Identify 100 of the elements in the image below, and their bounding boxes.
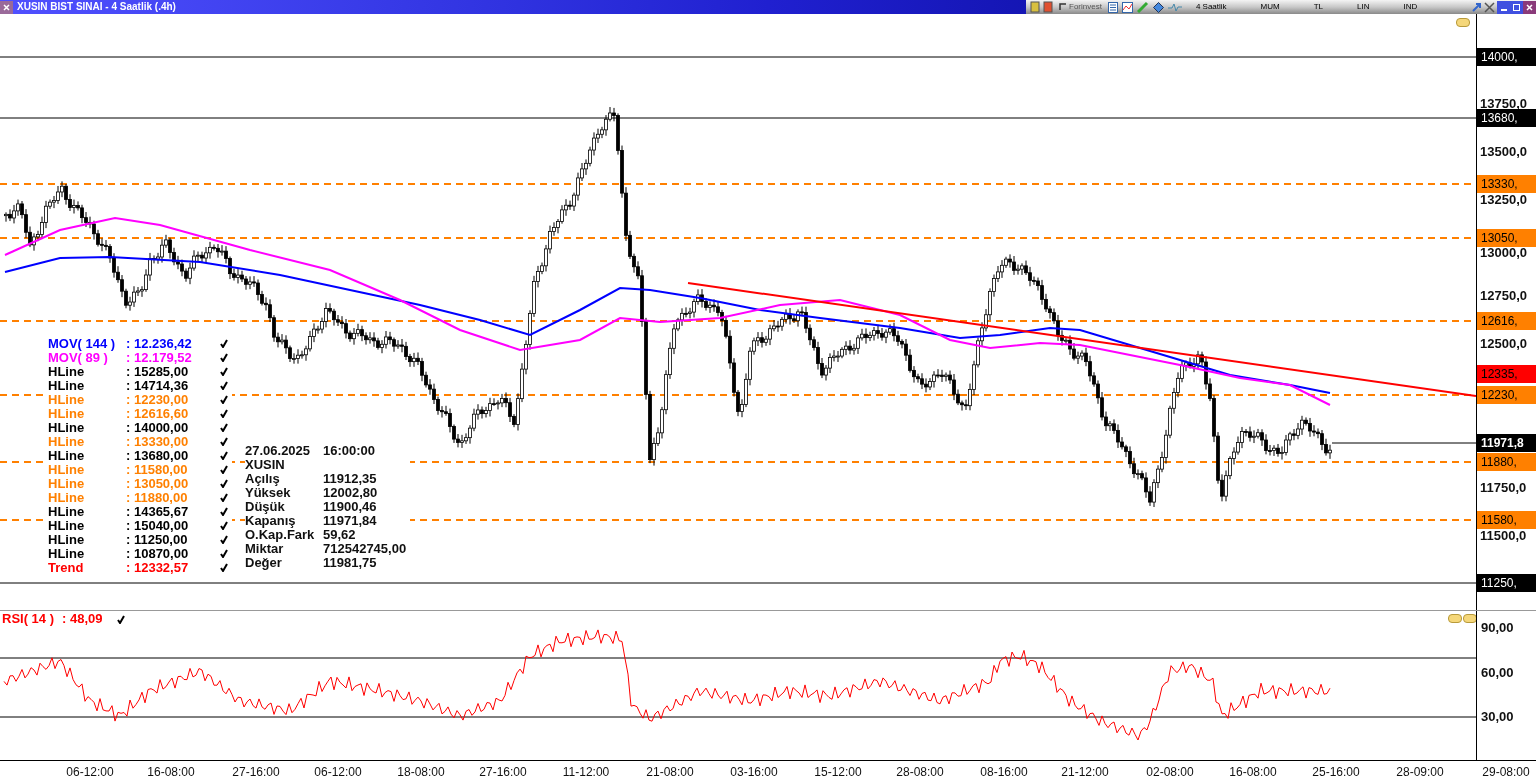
info-value: 11971,84 bbox=[323, 513, 377, 527]
time-tick-label: 06-12:00 bbox=[66, 766, 114, 778]
price-tick-label: 13000,0 bbox=[1480, 246, 1527, 259]
legend-value: : 13680,00 bbox=[126, 448, 190, 462]
info-value: 12002,80 bbox=[323, 485, 378, 499]
price-tag: 11580, bbox=[1477, 511, 1536, 529]
time-tick-label: 16-08:00 bbox=[1229, 766, 1277, 778]
legend-label: HLine bbox=[48, 462, 86, 476]
price-tag: 12616, bbox=[1477, 312, 1536, 330]
window-title: XUSIN BIST SINAI - 4 Saatlik (.4h) bbox=[17, 2, 176, 12]
info-label: Miktar bbox=[245, 541, 284, 555]
price-tag: 11250, bbox=[1477, 574, 1536, 592]
price-tick-label: 12500,0 bbox=[1480, 337, 1527, 350]
rsi-value: : 48,09 bbox=[62, 611, 103, 627]
rsi-tick-label: 30,00 bbox=[1481, 710, 1514, 723]
info-symbol: XUSIN bbox=[245, 457, 285, 471]
info-label: Açılış bbox=[245, 471, 281, 485]
restore-button[interactable] bbox=[1510, 0, 1523, 14]
time-tick-label: 08-16:00 bbox=[980, 766, 1028, 778]
toolbar-menu-button[interactable]: MUM bbox=[1260, 3, 1280, 11]
legend-label: HLine bbox=[48, 518, 86, 532]
legend-label: HLine bbox=[48, 406, 86, 420]
rsi-tick-label: 60,00 bbox=[1481, 666, 1514, 679]
price-tag: 13050, bbox=[1477, 229, 1536, 247]
legend-value: : 12230,00 bbox=[126, 392, 190, 406]
info-time: 16:00:00 bbox=[323, 443, 376, 457]
price-tick-label: 13250,0 bbox=[1480, 193, 1527, 206]
legend-label: HLine bbox=[48, 364, 86, 378]
price-tag: 13330, bbox=[1477, 175, 1536, 193]
price-tick-label: 12750,0 bbox=[1480, 289, 1527, 302]
legend-label: HLine bbox=[48, 448, 86, 462]
legend-value: : 14365,67 bbox=[126, 504, 190, 518]
time-tick-label: 21-08:00 bbox=[646, 766, 694, 778]
price-tag: 11880, bbox=[1477, 453, 1536, 471]
legend-value: : 11580,00 bbox=[126, 462, 189, 476]
rsi-tick-label: 90,00 bbox=[1481, 621, 1514, 634]
time-tick-label: 25-16:00 bbox=[1312, 766, 1360, 778]
close-icon[interactable] bbox=[0, 0, 13, 14]
legend-value: : 12332,57 bbox=[126, 560, 190, 574]
time-tick-label: 28-09:00 bbox=[1396, 766, 1444, 778]
time-tick-label: 27-16:00 bbox=[232, 766, 280, 778]
time-tick-label: 11-12:00 bbox=[562, 766, 610, 778]
legend-label: HLine bbox=[48, 532, 86, 546]
toolbar-menu-button[interactable]: LIN bbox=[1357, 3, 1370, 11]
price-tick-label: 13750,0 bbox=[1480, 97, 1527, 110]
time-tick-label: 02-08:00 bbox=[1146, 766, 1194, 778]
brand-label: Forinvest bbox=[1069, 3, 1102, 11]
time-tick-label: 03-16:00 bbox=[730, 766, 778, 778]
legend-label: HLine bbox=[48, 420, 86, 434]
legend-value: : 13330,00 bbox=[126, 434, 190, 448]
info-label: Kapanış bbox=[245, 513, 297, 527]
list-icon[interactable] bbox=[1107, 1, 1118, 13]
toolbar-menu-button[interactable]: 4 Saatlik bbox=[1195, 3, 1227, 11]
info-date: 27.06.2025 bbox=[245, 443, 312, 457]
checkmark-icon[interactable] bbox=[116, 614, 125, 624]
price-tag: 14000, bbox=[1477, 48, 1536, 66]
price-tag: 11971,8 bbox=[1477, 434, 1536, 452]
legend-value: : 11250,00 bbox=[126, 532, 189, 546]
legend-value: : 12.179,52 bbox=[126, 350, 193, 364]
legend-label: MOV( 89 ) bbox=[48, 350, 109, 364]
close-button[interactable] bbox=[1523, 0, 1536, 14]
legend-value: : 14714,36 bbox=[126, 378, 190, 392]
legend-value: : 15285,00 bbox=[126, 364, 189, 378]
price-tag: 13680, bbox=[1477, 109, 1536, 127]
minimize-button[interactable] bbox=[1497, 0, 1510, 14]
toolbar-menu-button[interactable]: IND bbox=[1403, 3, 1418, 11]
panel-options-button[interactable] bbox=[1463, 614, 1477, 623]
legend-label: HLine bbox=[48, 546, 86, 560]
legend-label: HLine bbox=[48, 434, 86, 448]
time-tick-label: 16-08:00 bbox=[147, 766, 195, 778]
info-value: 11981,75 bbox=[323, 555, 377, 569]
legend-label: HLine bbox=[48, 378, 86, 392]
info-value: 11900,46 bbox=[323, 499, 377, 513]
time-tick-label: 29-08:00 bbox=[1482, 766, 1530, 778]
toolbar-menu-button[interactable]: TL bbox=[1313, 3, 1324, 11]
minimize-icon bbox=[1500, 8, 1507, 11]
arrow-icon[interactable] bbox=[1472, 2, 1482, 12]
legend-label: MOV( 144 ) bbox=[48, 336, 117, 350]
legend-label: HLine bbox=[48, 490, 86, 504]
info-label: O.Kap.Fark bbox=[245, 527, 316, 541]
legend-value: : 12.236,42 bbox=[126, 336, 193, 350]
info-value: 712542745,00 bbox=[323, 541, 407, 555]
info-value: 59,62 bbox=[323, 527, 356, 541]
info-label: Değer bbox=[245, 555, 283, 569]
price-tick-label: 13500,0 bbox=[1480, 145, 1527, 158]
price-tick-label: 11500,0 bbox=[1480, 529, 1527, 542]
info-value: 11912,35 bbox=[323, 471, 377, 485]
rsi-label: RSI( 14 ) bbox=[2, 611, 54, 627]
info-label: Düşük bbox=[245, 499, 286, 513]
price-tick-label: 11750,0 bbox=[1480, 481, 1527, 494]
legend-value: : 12616,60 bbox=[126, 406, 190, 420]
time-tick-label: 21-12:00 bbox=[1061, 766, 1109, 778]
legend-value: : 13050,00 bbox=[126, 476, 190, 490]
legend-value: : 15040,00 bbox=[126, 518, 190, 532]
chart-icon[interactable] bbox=[1121, 1, 1133, 13]
time-tick-label: 06-12:00 bbox=[314, 766, 362, 778]
legend-label: Trend bbox=[48, 560, 85, 574]
legend-value: : 10870,00 bbox=[126, 546, 190, 560]
legend-value: : 14000,00 bbox=[126, 420, 190, 434]
restore-icon bbox=[1513, 3, 1520, 11]
